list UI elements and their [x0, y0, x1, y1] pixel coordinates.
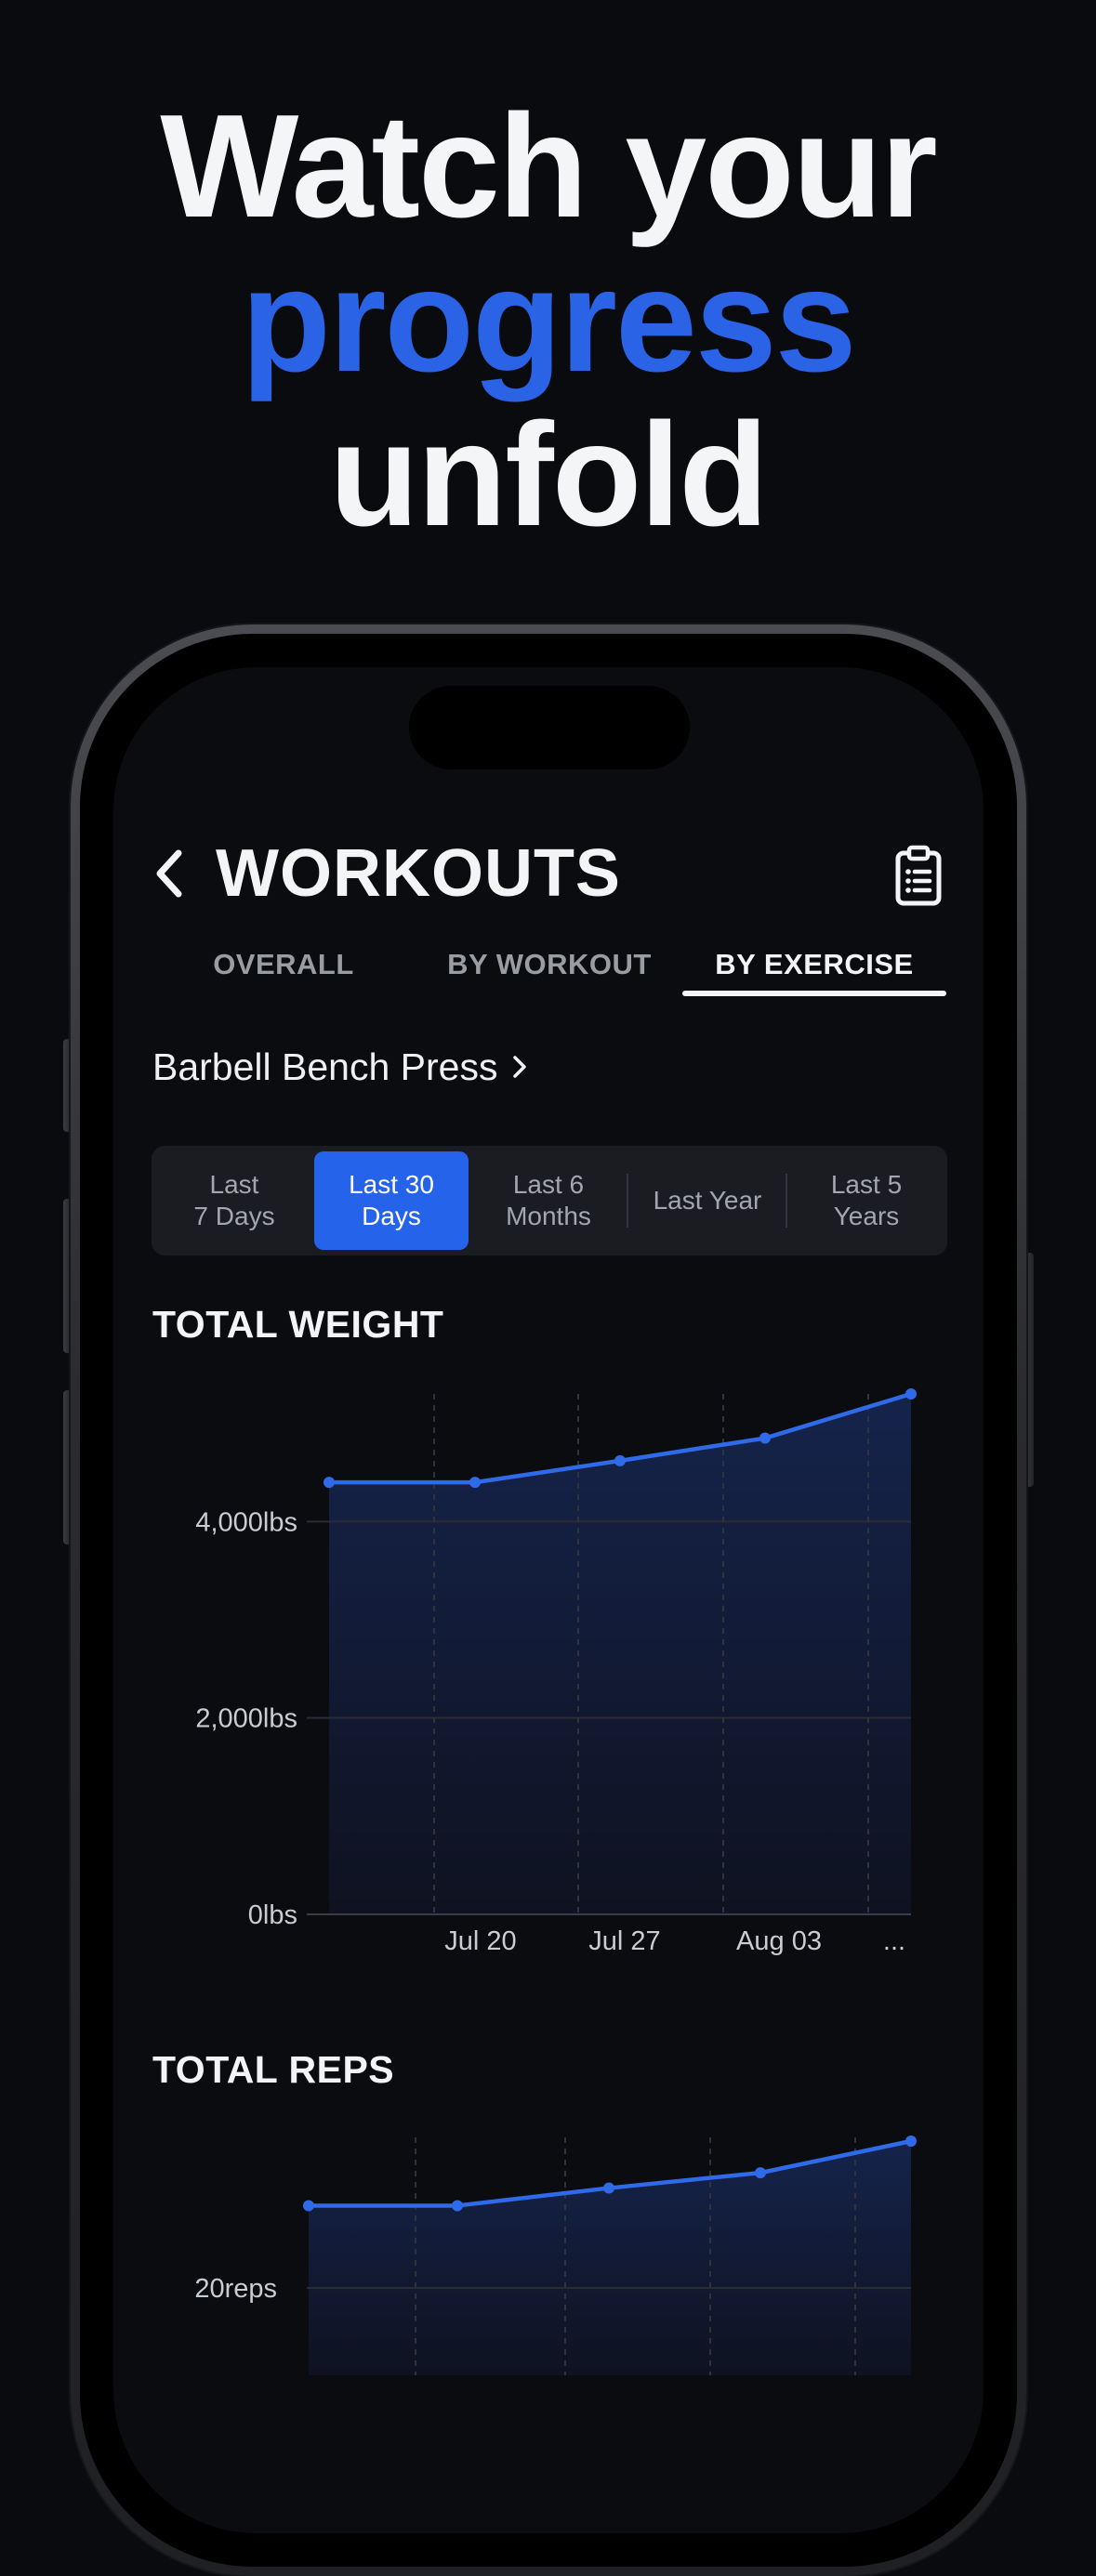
weight-area	[329, 1394, 911, 1914]
weight-y-tick: 4,000lbs	[195, 1507, 297, 1537]
weight-point	[759, 1432, 771, 1444]
reps-point	[905, 2136, 917, 2147]
weight-x-tick: ...	[883, 1926, 905, 1956]
weight-x-tick: Aug 03	[736, 1926, 822, 1956]
weight-x-tick: Jul 27	[588, 1926, 660, 1956]
reps-point	[452, 2200, 463, 2212]
charts-canvas: 4,000lbs 2,000lbs 0lbs Jul 20 Jul 27 Aug 03..…	[194, 1388, 917, 2375]
weight-point	[469, 1477, 481, 1489]
total-weight-chart: 4,000lbs 2,000lbs 0lbs Jul 20 Jul 27 Aug 03..…	[195, 1388, 917, 1956]
weight-point	[905, 1388, 917, 1400]
reps-area	[309, 2141, 911, 2375]
reps-y-tick: 20reps	[194, 2274, 277, 2304]
total-reps-chart: 20reps	[194, 2136, 917, 2375]
reps-point	[755, 2167, 766, 2179]
weight-y-tick: 2,000lbs	[195, 1704, 297, 1734]
weight-point	[324, 1477, 335, 1489]
weight-x-tick: Jul 20	[444, 1926, 516, 1956]
reps-point	[303, 2200, 314, 2212]
reps-point	[603, 2182, 614, 2194]
weight-y-tick: 0lbs	[248, 1900, 297, 1930]
weight-point	[614, 1454, 626, 1466]
